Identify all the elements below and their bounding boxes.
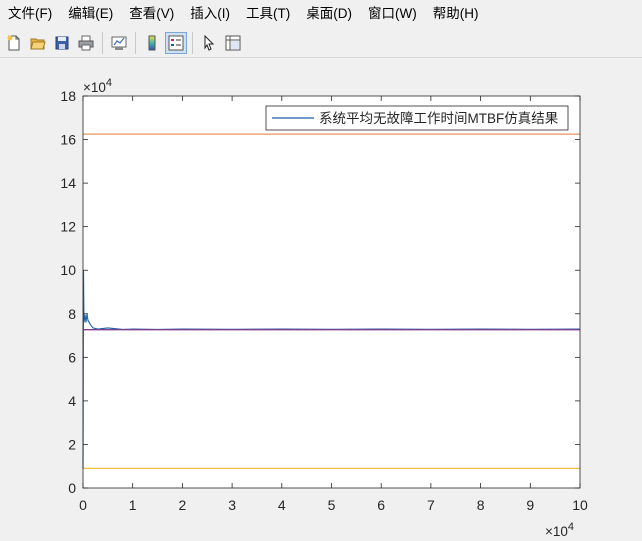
menu-item-4[interactable]: 工具(T) [238, 0, 298, 28]
menu-item-0[interactable]: 文件(F) [0, 0, 60, 28]
y-tick-label: 2 [68, 436, 76, 452]
y-tick-label: 0 [68, 480, 76, 496]
y-tick-label: 10 [60, 262, 76, 278]
x-tick-label: 3 [228, 497, 236, 513]
print-icon[interactable] [75, 32, 97, 54]
y-tick-label: 4 [68, 393, 76, 409]
x-tick-label: 9 [526, 497, 534, 513]
x-tick-label: 0 [79, 497, 87, 513]
toolbar-separator [135, 31, 136, 54]
property-inspector-icon[interactable] [222, 32, 244, 54]
x-tick-label: 7 [427, 497, 435, 513]
new-file-icon[interactable] [3, 32, 25, 54]
legend-icon[interactable] [165, 31, 187, 54]
x-tick-label: 5 [328, 497, 336, 513]
save-icon[interactable] [51, 32, 73, 54]
figure-canvas: 0 1 2 3 4 5 6 7 8 9 10024681012141618×104×104 系统平均… [0, 59, 642, 541]
x-tick-label: 8 [477, 497, 485, 513]
menu-item-2[interactable]: 查看(V) [121, 0, 182, 28]
x-tick-label: 4 [278, 497, 286, 513]
y-tick-label: 16 [60, 132, 76, 148]
legend-label: 系统平均无故障工作时间MTBF仿真结果 [319, 111, 559, 126]
y-tick-label: 6 [68, 349, 76, 365]
figure-toolbar [0, 28, 642, 58]
toolbar-separator [102, 31, 103, 54]
y-tick-label: 14 [60, 175, 76, 191]
x-tick-label: 6 [377, 497, 385, 513]
y-tick-label: 18 [60, 88, 76, 104]
menu-item-1[interactable]: 编辑(E) [60, 0, 121, 28]
open-folder-icon[interactable] [27, 32, 49, 54]
menu-item-7[interactable]: 帮助(H) [425, 0, 487, 28]
menu-item-3[interactable]: 插入(I) [182, 0, 238, 28]
x-tick-label: 2 [179, 497, 187, 513]
axes-background [83, 96, 580, 488]
colorbar-icon[interactable] [141, 32, 163, 54]
y-tick-label: 8 [68, 306, 76, 322]
x-tick-label: 1 [129, 497, 137, 513]
legend: 系统平均无故障工作时间MTBF仿真结果 [265, 105, 569, 131]
toolbar-separator [192, 31, 193, 54]
x-tick-label: 10 [572, 497, 588, 513]
menu-bar: 文件(F) 编辑(E) 查看(V) 插入(I) 工具(T) 桌面(D) 窗口(W) 帮助(H) [0, 0, 642, 28]
menu-item-6[interactable]: 窗口(W) [360, 0, 425, 28]
link-plot-icon[interactable] [108, 32, 130, 54]
menu-item-5[interactable]: 桌面(D) [298, 0, 360, 28]
pointer-icon[interactable] [198, 32, 220, 54]
y-tick-label: 12 [60, 219, 76, 235]
